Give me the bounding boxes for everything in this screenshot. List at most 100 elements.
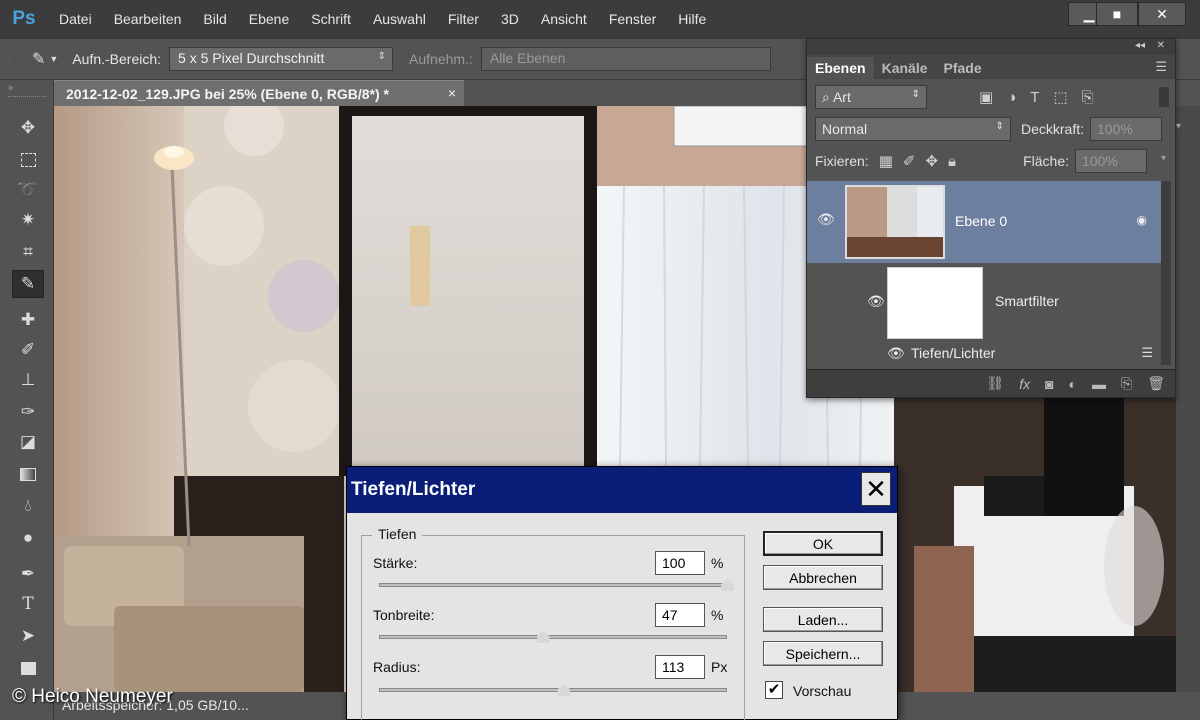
ok-button[interactable]: OK xyxy=(763,531,883,556)
shape-filter-icon[interactable]: ⬚ xyxy=(1053,88,1067,106)
lock-pixels-icon[interactable]: ✐ xyxy=(903,152,916,170)
document-tab[interactable]: 2012-12-02_129.JPG bei 25% (Ebene 0, RGB… xyxy=(54,80,464,106)
lasso-tool-icon[interactable]: ➰ xyxy=(12,176,44,204)
dodge-tool-icon[interactable]: ● xyxy=(12,524,44,552)
brush-tool-icon[interactable]: ✐ xyxy=(12,336,44,364)
visibility-eye-icon[interactable]: 👁︎ xyxy=(817,211,835,228)
visibility-eye-icon[interactable]: 👁︎ xyxy=(887,345,905,362)
dialog-titlebar[interactable]: Tiefen/Lichter ✕ xyxy=(347,467,897,513)
filter-toggle[interactable] xyxy=(1159,87,1169,107)
blend-mode-select[interactable]: Normal ⇕ xyxy=(815,117,1011,141)
load-button[interactable]: Laden... xyxy=(763,607,883,632)
chevron-down-icon[interactable]: ▾ xyxy=(1161,153,1166,164)
amount-slider[interactable] xyxy=(379,583,727,587)
visibility-eye-icon[interactable]: 👁︎ xyxy=(867,293,885,310)
chevron-down-icon[interactable]: ▾ xyxy=(1176,121,1181,132)
layer-thumbnail xyxy=(845,185,945,259)
layer-ebene-0[interactable]: 👁︎ Ebene 0 ◉ xyxy=(807,181,1163,263)
path-selection-tool-icon[interactable]: ➤ xyxy=(12,622,44,650)
blending-options-icon[interactable]: ☰ xyxy=(1141,345,1153,361)
new-layer-icon[interactable]: ⎘ xyxy=(1121,375,1132,392)
radius-slider[interactable] xyxy=(379,688,727,692)
add-mask-icon[interactable]: ◙ xyxy=(1045,376,1053,392)
save-button[interactable]: Speichern... xyxy=(763,641,883,666)
marquee-tool-icon[interactable] xyxy=(12,146,44,174)
close-panel-icon[interactable]: ✕ xyxy=(1157,40,1165,51)
menu-datei[interactable]: Datei xyxy=(48,0,103,38)
filter-entry-row[interactable]: 👁︎ Tiefen/Lichter ☰ xyxy=(807,343,1163,365)
tool-preset-chevron-icon[interactable]: ▼ xyxy=(49,54,58,64)
healing-brush-tool-icon[interactable]: ✚ xyxy=(12,306,44,334)
smartobject-filter-icon[interactable]: ⎘ xyxy=(1082,89,1094,106)
panel-topbar: ◂◂ ✕ xyxy=(807,39,1175,55)
sample-size-select[interactable]: 5 x 5 Pixel Durchschnitt ⇕ xyxy=(169,47,394,71)
dialog-close-button[interactable]: ✕ xyxy=(861,472,891,506)
menu-bild[interactable]: Bild xyxy=(192,0,237,38)
pen-tool-icon[interactable]: ✒ xyxy=(12,560,44,588)
radius-unit: Px xyxy=(711,659,728,675)
type-filter-icon[interactable]: T xyxy=(1030,89,1039,106)
smartfilter-row[interactable]: 👁︎ Smartfilter xyxy=(807,263,1163,343)
adjustment-layer-icon[interactable]: ◐ xyxy=(1069,376,1077,392)
new-group-icon[interactable]: ▬ xyxy=(1092,376,1106,392)
clone-stamp-tool-icon[interactable]: ⊥ xyxy=(12,366,44,394)
rectangle-tool-icon[interactable] xyxy=(12,654,44,682)
collapse-toolbox-icon[interactable]: » xyxy=(8,82,13,92)
preview-checkbox[interactable]: ✔ xyxy=(765,681,783,699)
fx-icon[interactable]: fx xyxy=(1019,376,1030,392)
document-title: 2012-12-02_129.JPG bei 25% (Ebene 0, RGB… xyxy=(66,86,389,102)
search-icon: ⌕ xyxy=(822,89,833,105)
tonal-width-slider[interactable] xyxy=(379,635,727,639)
delete-layer-icon[interactable]: 🗑︎ xyxy=(1147,375,1165,392)
close-window-button[interactable]: ✕ xyxy=(1138,2,1186,26)
updown-arrow-icon: ⇕ xyxy=(995,121,1004,132)
vertical-scrollbar[interactable] xyxy=(1176,106,1200,692)
crop-tool-icon[interactable]: ⌗ xyxy=(12,238,44,266)
sample-select[interactable]: Alle Ebenen xyxy=(480,47,771,71)
tonal-width-input[interactable]: 47 xyxy=(655,603,705,627)
amount-input[interactable]: 100 xyxy=(655,551,705,575)
layers-scrollbar[interactable] xyxy=(1161,181,1171,365)
menu-ebene[interactable]: Ebene xyxy=(238,0,300,38)
menu-hilfe[interactable]: Hilfe xyxy=(667,0,717,38)
eraser-tool-icon[interactable]: ◪ xyxy=(12,428,44,456)
image-filter-icon[interactable]: ▣ xyxy=(979,88,993,106)
opacity-field[interactable]: 100% ▾ xyxy=(1090,117,1181,141)
fill-field[interactable]: 100% ▾ xyxy=(1075,149,1166,173)
amount-unit: % xyxy=(711,555,724,571)
menu-schrift[interactable]: Schrift xyxy=(300,0,362,38)
opacity-value: 100% xyxy=(1097,121,1133,137)
lock-transparency-icon[interactable]: ▦ xyxy=(879,152,893,170)
lock-position-icon[interactable]: ✥ xyxy=(925,152,938,170)
minimize-icon: ▁ xyxy=(1083,5,1095,22)
filter-kind-select[interactable]: ⌕ Art ⇕ xyxy=(815,85,927,109)
menu-3d[interactable]: 3D xyxy=(490,0,530,38)
menu-auswahl[interactable]: Auswahl xyxy=(362,0,437,38)
tab-pfade[interactable]: Pfade xyxy=(936,57,990,79)
type-tool-icon[interactable]: T xyxy=(12,590,44,618)
blur-tool-icon[interactable]: 💧︎ xyxy=(12,492,44,520)
filter-row: ⌕ Art ⇕ ▣ ◑ T ⬚ ⎘ xyxy=(807,81,1175,113)
tab-ebenen[interactable]: Ebenen xyxy=(807,57,874,79)
maximize-button[interactable]: ■ xyxy=(1096,2,1138,26)
menu-fenster[interactable]: Fenster xyxy=(598,0,667,38)
link-layers-icon[interactable]: ⛓ xyxy=(986,375,1004,392)
panel-menu-icon[interactable]: ☰ xyxy=(1155,59,1167,75)
close-tab-icon[interactable]: × xyxy=(448,85,456,101)
history-brush-tool-icon[interactable]: ✑ xyxy=(12,398,44,426)
magic-wand-tool-icon[interactable]: ✷ xyxy=(12,206,44,234)
move-tool-icon[interactable]: ✥ xyxy=(12,114,44,142)
menu-ansicht[interactable]: Ansicht xyxy=(530,0,598,38)
menu-filter[interactable]: Filter xyxy=(437,0,490,38)
eyedropper-tool-icon[interactable]: ✎ xyxy=(12,270,44,298)
eyedropper-icon[interactable]: ✎ xyxy=(32,49,45,69)
cancel-button[interactable]: Abbrechen xyxy=(763,565,883,590)
collapse-panel-icon[interactable]: ◂◂ xyxy=(1135,40,1145,51)
adjustment-filter-icon[interactable]: ◑ xyxy=(1007,89,1016,106)
radius-input[interactable]: 113 xyxy=(655,655,705,679)
sample-size-label: Aufn.-Bereich: xyxy=(72,51,162,67)
lock-all-icon[interactable]: 🔒︎ xyxy=(948,153,956,170)
menu-bearbeiten[interactable]: Bearbeiten xyxy=(103,0,193,38)
tab-kanaele[interactable]: Kanäle xyxy=(874,57,936,79)
gradient-tool-icon[interactable] xyxy=(12,460,44,488)
